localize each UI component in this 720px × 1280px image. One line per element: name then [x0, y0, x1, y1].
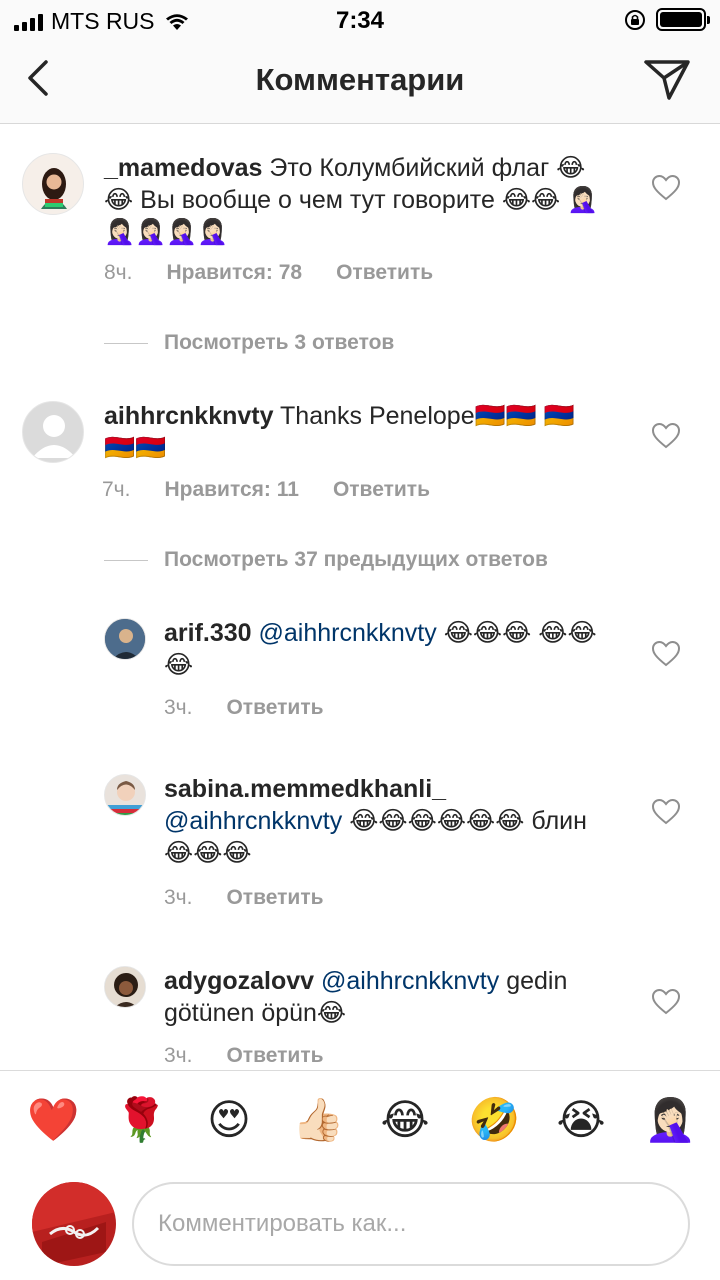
comment-text: aihhrcnkknvty Thanks Penelope🇦🇲🇦🇲 🇦🇲🇦🇲🇦🇲 [104, 400, 604, 464]
view-replies-button[interactable]: Посмотреть 37 предыдущих ответов [104, 548, 548, 572]
comment-time: 8ч. [104, 261, 133, 284]
reply-button[interactable]: Ответить [333, 478, 430, 502]
nav-bar: Комментарии [0, 40, 720, 124]
comment-username[interactable]: adygozalovv [164, 967, 314, 995]
comment-username[interactable]: sabina.memmedkhanli_ [164, 775, 446, 803]
mention-link[interactable]: @aihhrcnkknvty [164, 807, 342, 835]
comment-meta: 8ч. Нравится: 78 Ответить [104, 261, 433, 285]
comment-meta: 7ч. Нравится: 11 Ответить [102, 478, 430, 502]
reply-item: adygozalovv @aihhrcnkknvty gedin götünen… [0, 963, 720, 1070]
comment-item: aihhrcnkknvty Thanks Penelope🇦🇲🇦🇲 🇦🇲🇦🇲🇦🇲… [0, 375, 720, 595]
comment-text: adygozalovv @aihhrcnkknvty gedin götünen… [164, 965, 614, 1029]
divider-line [104, 559, 148, 561]
mention-link[interactable]: @aihhrcnkknvty [259, 619, 437, 647]
divider-line [104, 342, 148, 344]
avatar[interactable] [22, 153, 84, 215]
emoji-heart-button[interactable]: ❤️ [27, 1095, 79, 1145]
page-title: Комментарии [255, 62, 465, 97]
mention-link[interactable]: @aihhrcnkknvty [321, 967, 499, 995]
view-replies-label: Посмотреть 3 ответов [164, 331, 395, 354]
comment-username[interactable]: arif.330 [164, 619, 252, 647]
avatar[interactable] [104, 618, 146, 660]
comment-meta: 3ч. Ответить [164, 886, 324, 910]
orientation-lock-icon [625, 9, 645, 30]
comment-text: _mamedovas Это Колумбийский флаг 😂😂 Вы в… [104, 152, 604, 248]
view-replies-label: Посмотреть 37 предыдущих ответов [164, 548, 548, 571]
comment-input[interactable] [132, 1182, 690, 1266]
reply-button[interactable]: Ответить [226, 1044, 323, 1068]
view-replies-button[interactable]: Посмотреть 3 ответов [104, 331, 394, 355]
comment-composer [0, 1172, 720, 1280]
reply-button[interactable]: Ответить [336, 261, 433, 285]
emoji-facepalm-button[interactable]: 🤦🏻‍♀️ [644, 1095, 696, 1145]
comment-meta: 3ч. Ответить [164, 1044, 324, 1068]
reply-button[interactable]: Ответить [226, 696, 323, 720]
avatar[interactable] [104, 966, 146, 1008]
comment-time: 7ч. [102, 478, 131, 501]
comment-meta: 3ч. Ответить [164, 696, 324, 720]
status-bar: MTS RUS 7:34 [0, 0, 720, 40]
comment-username[interactable]: aihhrcnkknvty [104, 402, 274, 430]
comment-time: 3ч. [164, 1044, 193, 1067]
likes-count[interactable]: Нравится: 11 [164, 478, 298, 502]
heart-icon[interactable] [652, 989, 680, 1015]
avatar[interactable] [22, 401, 84, 463]
comment-text: arif.330 @aihhrcnkknvty 😂😂😂 😂😂😂 [164, 617, 604, 681]
reply-item: sabina.memmedkhanli_ @aihhrcnkknvty 😂😂😂😂… [0, 771, 720, 931]
battery-icon [656, 8, 710, 31]
heart-icon[interactable] [652, 799, 680, 825]
reply-item: arif.330 @aihhrcnkknvty 😂😂😂 😂😂😂 3ч. Отве… [0, 615, 720, 735]
avatar[interactable] [104, 774, 146, 816]
comment-text: sabina.memmedkhanli_ @aihhrcnkknvty 😂😂😂😂… [164, 773, 604, 869]
emoji-heart-eyes-button[interactable]: 😍 [204, 1095, 254, 1145]
comment-username[interactable]: _mamedovas [104, 154, 262, 182]
comment-item: _mamedovas Это Колумбийский флаг 😂😂 Вы в… [0, 125, 720, 375]
reply-button[interactable]: Ответить [226, 886, 323, 910]
heart-icon[interactable] [652, 423, 680, 449]
heart-icon[interactable] [652, 641, 680, 667]
likes-count[interactable]: Нравится: 78 [166, 261, 302, 285]
status-time: 7:34 [335, 7, 385, 34]
comments-list[interactable]: _mamedovas Это Колумбийский флаг 😂😂 Вы в… [0, 125, 720, 1070]
emoji-tears-of-joy-button[interactable]: 😂 [380, 1095, 430, 1145]
status-right [624, 8, 710, 31]
emoji-quick-reactions: ❤️ 🌹 😍 👍🏻 😂 🤣 😭 🤦🏻‍♀️ [0, 1070, 720, 1172]
heart-icon[interactable] [652, 175, 680, 201]
emoji-rofl-button[interactable]: 🤣 [468, 1095, 520, 1145]
avatar [32, 1182, 116, 1266]
comment-time: 3ч. [164, 696, 193, 719]
emoji-rose-button[interactable]: 🌹 [115, 1095, 167, 1145]
comment-time: 3ч. [164, 886, 193, 909]
emoji-crying-button[interactable]: 😭 [556, 1095, 606, 1145]
paper-plane-icon[interactable] [642, 56, 692, 102]
emoji-thumbs-up-button[interactable]: 👍🏻 [292, 1095, 344, 1145]
